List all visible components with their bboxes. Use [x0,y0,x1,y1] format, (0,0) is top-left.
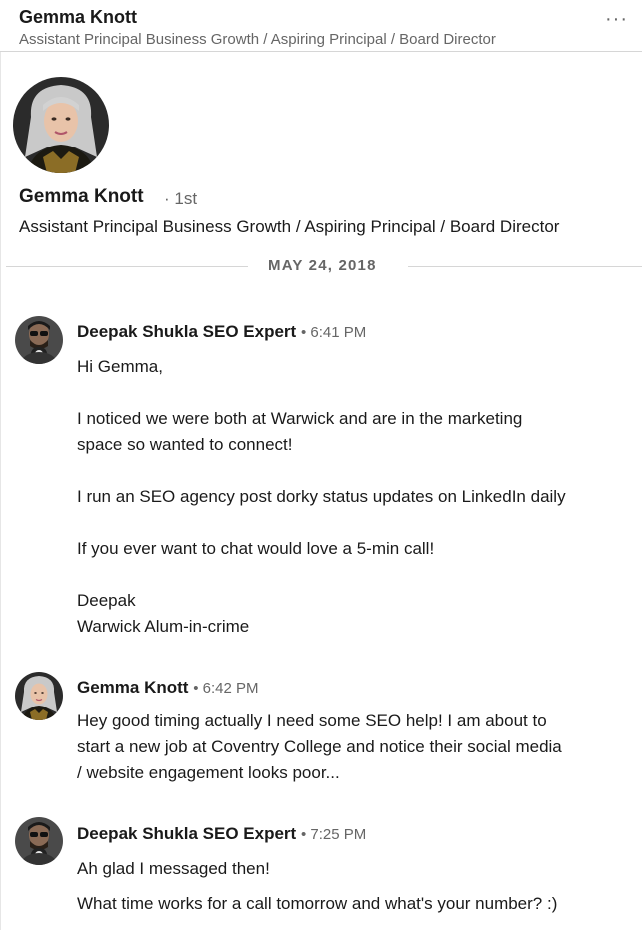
header-name[interactable]: Gemma Knott [19,7,137,28]
date-label: MAY 24, 2018 [268,257,377,274]
sender-name[interactable]: Deepak Shukla SEO Expert [77,824,296,843]
avatar[interactable] [15,672,63,720]
message-sender[interactable]: Gemma Knott • 6:42 PM [77,678,258,698]
divider [408,266,642,267]
message-time: • 6:41 PM [300,324,367,341]
header-headline: Assistant Principal Business Growth / As… [19,31,496,48]
profile-headline: Assistant Principal Business Growth / As… [19,217,560,236]
divider [6,266,248,267]
message-line: Hey good timing actually I need some SEO… [77,711,547,730]
message-line: start a new job at Coventry College and … [77,737,562,756]
avatar[interactable] [15,817,63,865]
divider [0,52,1,930]
message-line: Warwick Alum-in-crime [77,617,250,636]
message-sender[interactable]: Deepak Shukla SEO Expert • 6:41 PM [77,322,366,342]
message-sender[interactable]: Deepak Shukla SEO Expert • 7:25 PM [77,824,366,844]
conversation-header: Gemma Knott Assistant Principal Business… [0,0,642,52]
message-line: If you ever want to chat would love a 5-… [77,539,435,558]
avatar[interactable] [15,316,63,364]
message-line: What time works for a call tomorrow and … [77,894,558,913]
message-line: Deepak [77,591,136,610]
date-divider: MAY 24, 2018 [0,253,642,279]
message-line: / website engagement looks poor... [77,763,340,782]
message-line: Ah glad I messaged then! [77,859,270,878]
message-line: I run an SEO agency post dorky status up… [77,487,566,506]
message-time: • 7:25 PM [300,826,367,843]
profile-name[interactable]: Gemma Knott [19,186,144,208]
sender-name[interactable]: Deepak Shukla SEO Expert [77,322,296,341]
message-line: I noticed we were both at Warwick and ar… [77,409,523,428]
message-line: Hi Gemma, [77,357,163,376]
message-time: • 6:42 PM [193,680,259,697]
message-line: space so wanted to connect! [77,435,293,454]
ellipsis-icon[interactable]: ··· [605,8,628,31]
avatar[interactable] [13,77,109,173]
sender-name[interactable]: Gemma Knott [77,678,188,697]
connection-degree: · 1st [164,189,198,208]
